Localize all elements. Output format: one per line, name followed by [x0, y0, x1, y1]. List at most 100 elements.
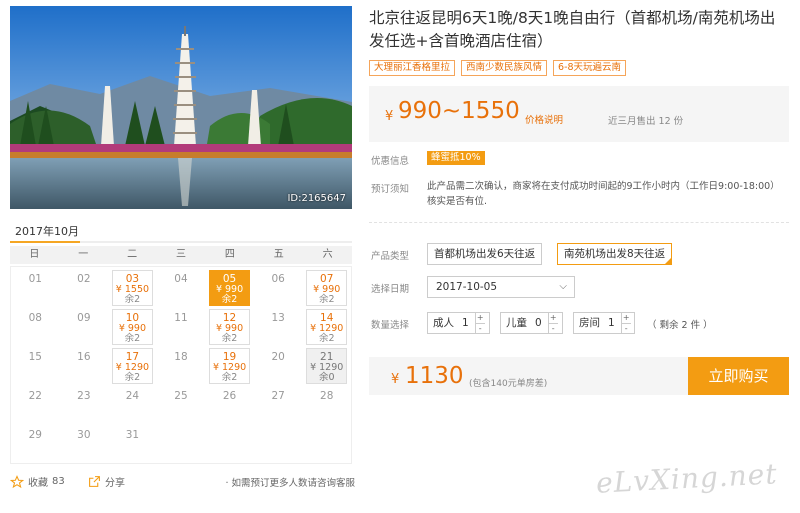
calendar-day: 11 [157, 308, 206, 346]
weekday-label: 四 [224, 249, 235, 260]
weekday-label: 三 [176, 249, 186, 260]
calendar-day-content: 13 [254, 312, 303, 324]
calendar-day-content: 23 [60, 390, 109, 402]
calendar-day-number: 09 [77, 312, 91, 324]
weekday-label: 二 [127, 249, 138, 260]
calendar-day: 20 [254, 347, 303, 385]
date-select[interactable]: 2017-10-05 ⌵ [427, 276, 575, 298]
calendar-day-number: 20 [271, 351, 285, 363]
tag-item[interactable]: 大理丽江香格里拉 [369, 60, 456, 76]
calendar-day-content: 14 ¥ 1290 余2 [302, 312, 351, 344]
price-note-link[interactable]: 价格说明 [525, 112, 563, 126]
promo-label: 优惠信息 [371, 156, 410, 167]
room-stepper[interactable]: 房间 1 + - [573, 312, 635, 334]
adult-value[interactable]: 1 [454, 313, 475, 333]
calendar-day: 27 [254, 386, 303, 424]
calendar-day-number: 08 [28, 312, 42, 324]
calendar-day-number: 26 [222, 390, 237, 402]
child-stepper[interactable]: 儿童 0 + - [500, 312, 563, 334]
calendar-day: 13 [254, 308, 303, 346]
product-photo[interactable]: ID:2165647 [10, 6, 352, 209]
calendar-day-content: 20 [254, 351, 303, 363]
calendar-day-content: 02 [60, 273, 109, 285]
calendar-day-available[interactable]: 10 ¥ 990 余2 [108, 308, 157, 346]
increment-icon[interactable]: + [622, 313, 631, 323]
calendar-day-number: 16 [77, 351, 91, 363]
adult-stepper[interactable]: 成人 1 + - [427, 312, 490, 334]
calendar-day-number: 29 [28, 429, 42, 441]
date-label: 选择日期 [371, 284, 410, 295]
product-tags: 大理丽江香格里拉 西南少数民族风情 6-8天玩遍云南 [369, 60, 627, 76]
decrement-icon[interactable]: - [475, 323, 485, 334]
price-currency: ¥ [385, 109, 394, 124]
calendar-day-available[interactable]: 12 ¥ 990 余2 [205, 308, 254, 346]
watermark-logo: eLvXing.net [595, 457, 779, 500]
adult-label: 成人 [433, 317, 454, 329]
calendar-day-number: 23 [77, 390, 91, 402]
promo-badge: 蜂蜜抵10% [427, 151, 485, 165]
calendar-day-available[interactable]: 05 ¥ 990 余2 [205, 269, 254, 307]
calendar-day-available[interactable]: 21 ¥ 1290 余0 [302, 347, 351, 385]
calendar-day: 02 [60, 269, 109, 307]
calendar-day-content: 24 [108, 390, 157, 402]
calendar-day-number: 27 [271, 390, 285, 402]
calendar-day-number: 11 [174, 312, 188, 324]
calendar-day-content: 07 ¥ 990 余2 [302, 273, 351, 305]
quantity-label: 数量选择 [371, 320, 410, 331]
room-value[interactable]: 1 [600, 313, 621, 333]
child-stepper-buttons: + - [547, 313, 558, 334]
calendar-day-content: 08 [11, 312, 60, 324]
tag-item[interactable]: 西南少数民族风情 [461, 60, 548, 76]
total-included-note: (包含140元单房差) [469, 379, 548, 389]
calendar-day-number: 22 [28, 390, 42, 402]
calendar-day: 09 [60, 308, 109, 346]
notice-label: 预订须知 [371, 184, 410, 195]
calendar-day-number: 06 [271, 273, 285, 285]
calendar-day-content: 09 [60, 312, 109, 324]
decrement-icon[interactable]: - [548, 323, 558, 334]
decrement-icon[interactable]: - [621, 323, 631, 334]
calendar-day-available[interactable]: 14 ¥ 1290 余2 [302, 308, 351, 346]
calendar-day-available[interactable]: 19 ¥ 1290 余2 [205, 347, 254, 385]
calendar-day: 25 [157, 386, 206, 424]
share-button[interactable]: 分享 [88, 474, 125, 489]
product-type-option-nanyuan[interactable]: 南苑机场出发8天往返 [557, 243, 673, 265]
product-type-option-capital[interactable]: 首都机场出发6天往返 [427, 243, 543, 265]
calendar-day [157, 425, 206, 463]
buy-now-button[interactable]: 立即购买 [688, 357, 789, 395]
pagoda-landscape-image [10, 6, 352, 209]
increment-icon[interactable]: + [476, 313, 485, 323]
weekday-label: 六 [322, 249, 333, 260]
calendar-day-content: 30 [60, 429, 109, 441]
increment-icon[interactable]: + [549, 313, 558, 323]
calendar-day: 08 [11, 308, 60, 346]
calendar-day [254, 425, 303, 463]
favorite-button[interactable]: 收藏 83 [10, 474, 65, 489]
price-range: 990~1550 [398, 98, 520, 124]
calendar-day-content: 18 [157, 351, 206, 363]
calendar-day-number: 31 [125, 429, 140, 441]
calendar-day-available[interactable]: 03 ¥ 1550 余2 [108, 269, 157, 307]
calendar-day-remaining: 余2 [318, 333, 335, 344]
consult-note: · 如需预订更多人数请咨询客服 [225, 478, 355, 489]
calendar-day-remaining: 余0 [318, 372, 335, 383]
calendar-day-available[interactable]: 17 ¥ 1290 余2 [108, 347, 157, 385]
calendar-day-remaining: 余2 [221, 372, 238, 383]
weekday-label: 一 [78, 249, 89, 260]
calendar-day-remaining: 余2 [124, 294, 141, 305]
calendar-day: 24 [108, 386, 157, 424]
calendar-day-content: 17 ¥ 1290 余2 [108, 351, 157, 383]
calendar-day-content: 01 [11, 273, 60, 285]
sold-count: 近三月售出 12 份 [608, 116, 684, 127]
calendar-day-number: 15 [28, 351, 42, 363]
calendar-day-available[interactable]: 07 ¥ 990 余2 [302, 269, 351, 307]
calendar-day-content: 22 [11, 390, 60, 402]
weekday-label: 五 [273, 249, 284, 260]
child-value[interactable]: 0 [527, 313, 548, 333]
calendar-day-content: 25 [157, 390, 206, 402]
tag-item[interactable]: 6-8天玩遍云南 [553, 60, 627, 76]
calendar-day-content: 16 [60, 351, 109, 363]
calendar-month-tab[interactable]: 2017年10月 [15, 223, 79, 239]
calendar-day-content: 27 [254, 390, 303, 402]
calendar-day-remaining: 余2 [221, 333, 238, 344]
